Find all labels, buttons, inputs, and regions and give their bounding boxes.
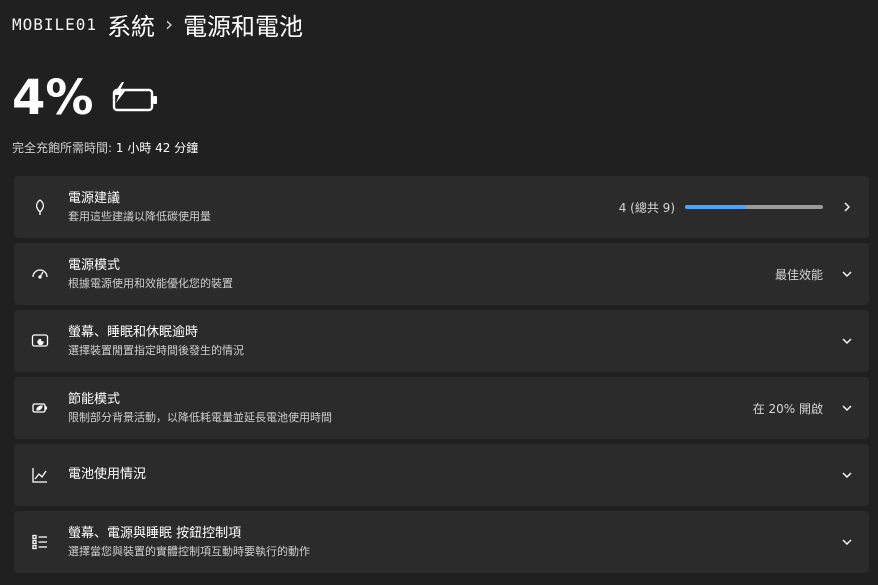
card-power-recommendations[interactable]: 電源建議 套用這些建議以降低碳使用量 4 (總共 9) [14, 176, 869, 238]
card-title: 螢幕、睡眠和休眠逾時 [68, 325, 199, 340]
chevron-down-icon [839, 400, 855, 416]
card-button-controls[interactable]: 螢幕、電源與睡眠 按鈕控制項 選擇當您與裝置的實體控制項互動時要執行的動作 [14, 511, 869, 573]
card-title: 電池使用情況 [68, 467, 147, 482]
leaf-icon [30, 197, 50, 217]
card-subtitle: 套用這些建議以降低碳使用量 [68, 210, 211, 223]
charge-time: 完全充飽所需時間: 1 小時 42 分鐘 [12, 139, 198, 156]
charge-time-label: 完全充飽所需時間: [12, 141, 113, 155]
card-subtitle: 選擇裝置閒置指定時間後發生的情況 [68, 344, 244, 357]
recommendation-progress-bar [685, 205, 823, 209]
card-subtitle: 選擇當您與裝置的實體控制項互動時要執行的動作 [68, 545, 310, 558]
settings-list: 電源建議 套用這些建議以降低碳使用量 4 (總共 9) 電源模式 根據電源使用和… [14, 176, 869, 578]
chevron-down-icon [839, 333, 855, 349]
card-subtitle: 根據電源使用和效能優化您的裝置 [68, 277, 233, 290]
list-icon [30, 532, 50, 552]
chevron-down-icon [839, 534, 855, 550]
card-screen-sleep-timeouts[interactable]: 螢幕、睡眠和休眠逾時 選擇裝置閒置指定時間後發生的情況 [14, 310, 869, 372]
header: MOBILE01 系統 › 電源和電池 [12, 4, 303, 44]
card-subtitle: 限制部分背景活動，以降低耗電量並延長電池使用時間 [68, 411, 332, 424]
chevron-right-icon [839, 199, 855, 215]
battery-percentage: 4% [12, 70, 94, 126]
chevron-down-icon [839, 467, 855, 483]
charging-battery-icon [108, 81, 160, 115]
breadcrumb-separator: › [165, 12, 174, 36]
chart-icon [30, 465, 50, 485]
battery-saver-icon [30, 398, 50, 418]
battery-saver-threshold: 在 20% 開啟 [752, 401, 823, 416]
power-mode-dropdown-value[interactable]: 最佳效能 [775, 266, 823, 283]
page-title: 電源和電池 [183, 12, 304, 41]
recommendation-count: 4 (總共 9) [618, 200, 675, 215]
breadcrumb-root[interactable]: 系統 [107, 7, 155, 42]
battery-status: 4% [12, 70, 160, 126]
card-battery-usage[interactable]: 電池使用情況 [14, 444, 869, 506]
card-title: 電源建議 [68, 191, 121, 206]
watermark-logo: MOBILE01 [12, 14, 98, 34]
card-battery-saver[interactable]: 節能模式 限制部分背景活動，以降低耗電量並延長電池使用時間 在 20% 開啟 [14, 377, 869, 439]
progress-fill [685, 205, 747, 209]
card-power-mode[interactable]: 電源模式 根據電源使用和效能優化您的裝置 最佳效能 [14, 243, 869, 305]
chevron-down-icon [839, 266, 855, 282]
card-title: 節能模式 [68, 392, 121, 407]
power-mode-icon [30, 264, 50, 284]
card-title: 電源模式 [68, 258, 121, 273]
screen-sleep-icon [30, 331, 50, 351]
card-title: 螢幕、電源與睡眠 按鈕控制項 [68, 526, 242, 541]
charge-time-value: 1 小時 42 分鐘 [115, 141, 199, 155]
